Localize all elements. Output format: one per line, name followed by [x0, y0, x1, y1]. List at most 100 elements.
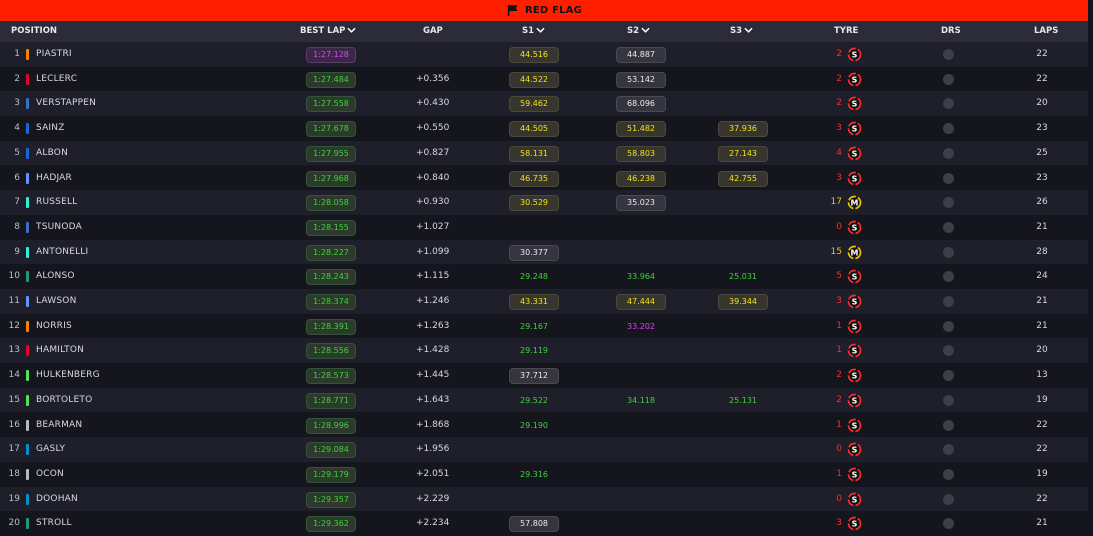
driver-name[interactable]: HAMILTON: [36, 338, 84, 363]
driver-name[interactable]: HADJAR: [36, 166, 72, 191]
tyre-compound-letter: S: [852, 174, 858, 183]
col-best-lap[interactable]: BEST LAP: [300, 21, 356, 42]
table-row[interactable]: 18 OCON 1:29.179 +2.051 29.316 1 S 19: [0, 461, 1088, 487]
drs-indicator: [943, 444, 954, 456]
team-color-bar: [26, 123, 29, 135]
table-row[interactable]: 11 LAWSON 1:28.374 +1.246 43.331 47.444 39.344…: [0, 289, 1088, 314]
drs-indicator: [943, 419, 954, 431]
driver-name[interactable]: BEARMAN: [36, 413, 82, 438]
sector-s2-time: 44.887: [616, 47, 666, 63]
position-number: 18: [8, 468, 20, 479]
position-number: 20: [8, 518, 20, 529]
table-row[interactable]: 8 TSUNODA 1:28.155 +1.027 0 S 21: [0, 214, 1088, 240]
col-s3[interactable]: S3: [730, 21, 753, 42]
driver-name[interactable]: LECLERC: [36, 67, 77, 92]
driver-name[interactable]: NORRIS: [36, 314, 72, 339]
tyre-age: 0: [836, 221, 842, 232]
col-tyre[interactable]: TYRE: [834, 21, 858, 42]
col-laps[interactable]: LAPS: [1034, 21, 1058, 42]
gap-value: +0.840: [416, 172, 450, 183]
tyre-age: 1: [836, 419, 842, 430]
drs-indicator: [943, 73, 954, 85]
tyre-compound-letter: S: [852, 347, 858, 356]
best-lap-time: 1:28.391: [306, 318, 356, 335]
sector-s1-time: 29.316: [520, 469, 548, 479]
sector-s1-time: 58.131: [509, 145, 559, 162]
driver-name[interactable]: VERSTAPPEN: [36, 91, 96, 116]
tyre-compound-icon: S: [847, 492, 862, 506]
col-position[interactable]: POSITION: [11, 21, 57, 42]
tyre-age: 1: [836, 345, 842, 356]
tyre-age: 3: [836, 518, 842, 529]
gap-value: +2.234: [416, 518, 450, 529]
team-color-bar: [26, 296, 29, 307]
table-row[interactable]: 17 GASLY 1:29.084 +1.956 0 S 22: [0, 437, 1088, 462]
table-row[interactable]: 15 BORTOLETO 1:28.771 +1.643 29.522 34.118 25.…: [0, 387, 1088, 413]
table-row[interactable]: 2 LECLERC 1:27.484 +0.356 44.522 53.142 2 S 22: [0, 66, 1088, 92]
table-row[interactable]: 16 BEARMAN 1:28.996 +1.868 29.190 1 S 22: [0, 412, 1088, 438]
tyre-compound-icon: S: [847, 97, 862, 111]
table-row[interactable]: 19 DOOHAN 1:29.357 +2.229 0 S 22: [0, 486, 1088, 512]
table-row[interactable]: 6 HADJAR 1:27.968 +0.840 46.735 46.238 42.755 3…: [0, 165, 1088, 191]
tyre-compound-icon: S: [847, 442, 862, 457]
driver-name[interactable]: ALBON: [36, 141, 68, 166]
table-row[interactable]: 5 ALBON 1:27.955 +0.827 58.131 58.803 27.143 4 S…: [0, 140, 1088, 166]
position-number: 2: [14, 73, 20, 84]
table-row[interactable]: 4 SAINZ 1:27.678 +0.550 44.505 51.482 37.936 3 S…: [0, 116, 1088, 141]
drs-indicator: [943, 518, 954, 530]
driver-name[interactable]: ANTONELLI: [36, 240, 88, 265]
col-s2[interactable]: S2: [627, 21, 650, 42]
tyre-compound-letter: S: [852, 223, 858, 232]
driver-name[interactable]: BORTOLETO: [36, 388, 92, 413]
laps-count: 22: [1036, 493, 1048, 504]
driver-name[interactable]: STROLL: [36, 511, 72, 536]
col-drs[interactable]: DRS: [941, 21, 961, 42]
driver-name[interactable]: GASLY: [36, 437, 65, 462]
laps-count: 21: [1036, 296, 1048, 306]
sector-s2-time: 34.118: [627, 395, 655, 405]
laps-count: 23: [1036, 172, 1048, 183]
driver-name[interactable]: TSUNODA: [36, 215, 82, 240]
team-color-bar: [26, 221, 29, 233]
best-lap-time: 1:28.155: [306, 219, 356, 236]
tyre-compound-icon: S: [847, 269, 862, 284]
sector-s3-time: 25.131: [729, 395, 757, 405]
table-row[interactable]: 13 HAMILTON 1:28.556 +1.428 29.119 1 S 20: [0, 338, 1088, 364]
best-lap-time: 1:27.955: [306, 145, 356, 162]
tyre-age: 2: [836, 73, 842, 84]
driver-name[interactable]: OCON: [36, 462, 64, 487]
team-color-bar: [26, 518, 29, 530]
table-row[interactable]: 12 NORRIS 1:28.391 +1.263 29.167 33.202 1 S 21: [0, 313, 1088, 339]
position-number: 1: [14, 49, 20, 59]
position-number: 15: [8, 394, 20, 405]
sector-s2-time: 53.142: [616, 71, 666, 88]
driver-name[interactable]: PIASTRI: [36, 42, 72, 67]
col-s2-label: S2: [627, 26, 640, 36]
driver-name[interactable]: RUSSELL: [36, 190, 77, 215]
position-number: 13: [8, 345, 20, 356]
tyre-compound-icon: M: [847, 245, 862, 259]
laps-count: 22: [1036, 49, 1048, 59]
table-row[interactable]: 9 ANTONELLI 1:28.227 +1.099 30.377 15 M 28: [0, 239, 1088, 265]
gap-value: +0.356: [416, 73, 450, 84]
team-color-bar: [26, 444, 29, 456]
table-row[interactable]: 10 ALONSO 1:28.243 +1.115 29.248 33.964 25.031…: [0, 264, 1088, 289]
col-gap[interactable]: GAP: [423, 21, 443, 42]
laps-count: 21: [1036, 221, 1048, 232]
table-row[interactable]: 20 STROLL 1:29.362 +2.234 57.808 3 S 21: [0, 511, 1088, 536]
driver-name[interactable]: HULKENBERG: [36, 363, 100, 388]
driver-name[interactable]: ALONSO: [36, 264, 75, 289]
table-row[interactable]: 3 VERSTAPPEN 1:27.558 +0.430 59.462 68.096 2 S 2…: [0, 91, 1088, 117]
gap-value: +1.445: [416, 370, 450, 381]
driver-name[interactable]: SAINZ: [36, 116, 65, 141]
table-row[interactable]: 7 RUSSELL 1:28.058 +0.930 30.529 35.023 17 M 26: [0, 190, 1088, 215]
driver-name[interactable]: LAWSON: [36, 289, 77, 314]
table-row[interactable]: 1 PIASTRI 1:27.128 44.516 44.887 2 S 22: [0, 42, 1088, 67]
table-row[interactable]: 14 HULKENBERG 1:28.573 +1.445 37.712 2 S 13: [0, 363, 1088, 388]
tyre-compound-icon: S: [847, 294, 862, 309]
driver-name[interactable]: DOOHAN: [36, 487, 78, 512]
best-lap-time: 1:28.996: [306, 417, 356, 434]
best-lap-time: 1:27.484: [306, 71, 356, 88]
team-color-bar: [26, 394, 29, 406]
col-s1[interactable]: S1: [522, 21, 545, 42]
